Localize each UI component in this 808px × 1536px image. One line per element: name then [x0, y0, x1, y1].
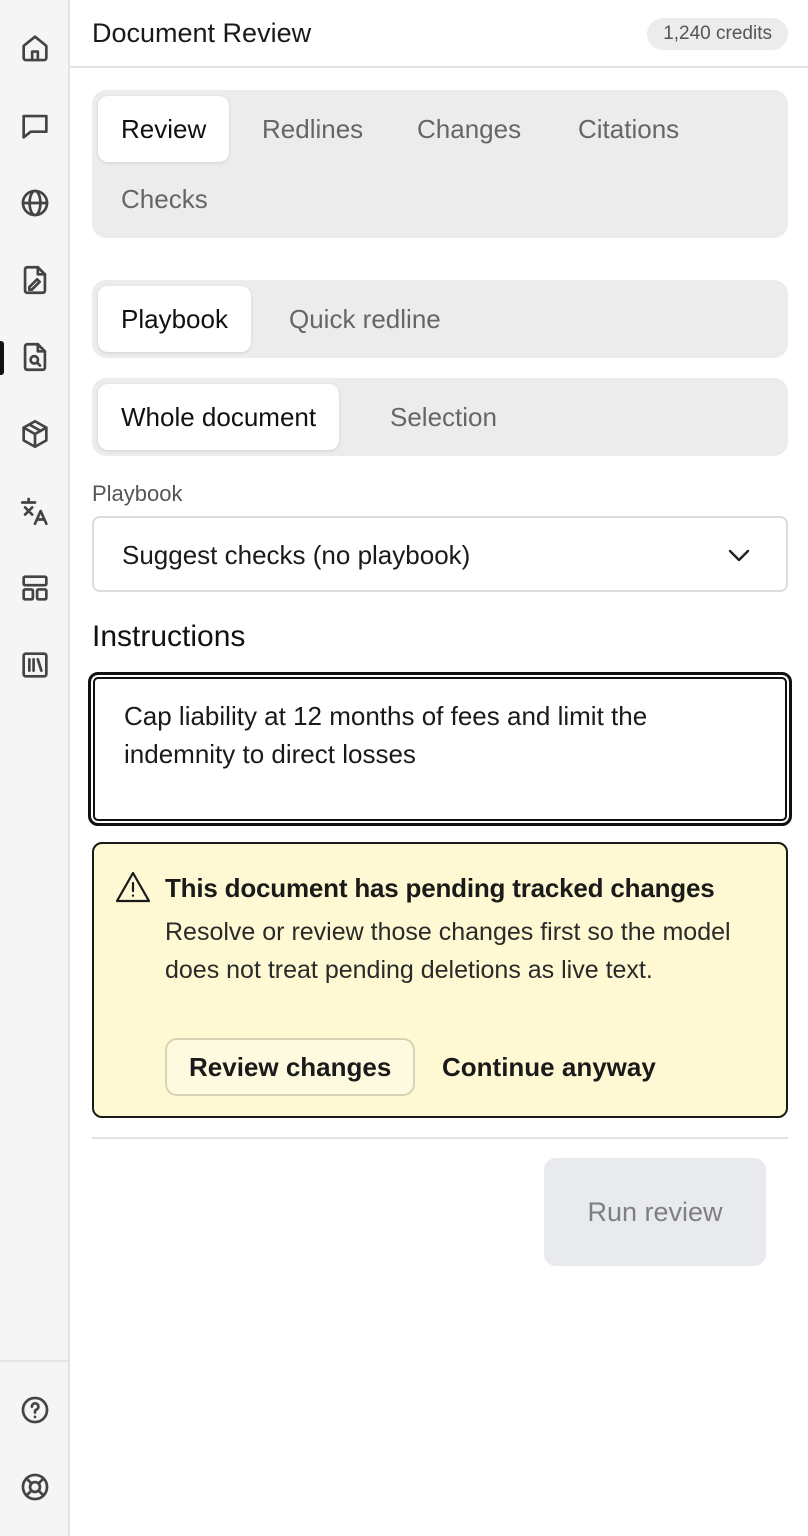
tab-review[interactable]: Review: [98, 96, 230, 162]
alert-body: Resolve or review those changes first so…: [165, 918, 731, 984]
panel-header: Document Review 1,240 credits: [70, 0, 808, 68]
file-edit-icon[interactable]: [0, 250, 70, 310]
globe-icon[interactable]: [0, 173, 70, 233]
scope-tabs: Whole document Selection: [92, 378, 788, 456]
mode-tabs: Review Redlines Changes Citations Checks: [92, 90, 788, 238]
tab-playbook[interactable]: Playbook: [98, 286, 251, 352]
instructions-label: Instructions: [92, 620, 246, 653]
tab-redlines[interactable]: Redlines: [262, 96, 363, 162]
playbook-label: Playbook: [92, 481, 183, 506]
tab-whole-document[interactable]: Whole document: [98, 384, 340, 450]
rail-divider: [0, 1360, 68, 1362]
playbook-select-value: Suggest checks (no playbook): [122, 540, 471, 570]
warning-icon: [114, 870, 152, 904]
playbook-select[interactable]: Suggest checks (no playbook): [92, 516, 788, 592]
layout-icon[interactable]: [0, 558, 70, 618]
source-tabs: Playbook Quick redline: [92, 280, 788, 358]
lifebuoy-icon[interactable]: [0, 1457, 70, 1517]
help-icon[interactable]: [0, 1380, 70, 1440]
icon-rail: [0, 0, 70, 1536]
footer-divider: [92, 1137, 788, 1139]
library-icon[interactable]: [0, 635, 70, 695]
file-search-icon[interactable]: [0, 327, 70, 387]
continue-anyway-button[interactable]: Continue anyway: [442, 1038, 656, 1096]
tab-changes[interactable]: Changes: [417, 96, 521, 162]
chevron-down-icon: [728, 549, 750, 562]
tab-quick-redline[interactable]: Quick redline: [289, 286, 441, 352]
tab-selection[interactable]: Selection: [390, 384, 497, 450]
page-title: Document Review: [92, 18, 312, 48]
tab-citations[interactable]: Citations: [578, 96, 679, 162]
tab-checks[interactable]: Checks: [121, 166, 208, 232]
alert-title: This document has pending tracked change…: [165, 873, 715, 903]
home-icon[interactable]: [0, 18, 70, 78]
cube-icon[interactable]: [0, 404, 70, 464]
tracked-changes-alert: This document has pending tracked change…: [92, 842, 788, 1118]
instructions-textarea[interactable]: Cap liability at 12 months of fees and l…: [88, 672, 792, 826]
instructions-text: Cap liability at 12 months of fees and l…: [124, 701, 648, 769]
run-review-button[interactable]: Run review: [544, 1158, 766, 1266]
chat-icon[interactable]: [0, 96, 70, 156]
credits-badge: 1,240 credits: [647, 18, 788, 50]
review-changes-button[interactable]: Review changes: [165, 1038, 416, 1096]
translate-icon[interactable]: [0, 481, 70, 541]
